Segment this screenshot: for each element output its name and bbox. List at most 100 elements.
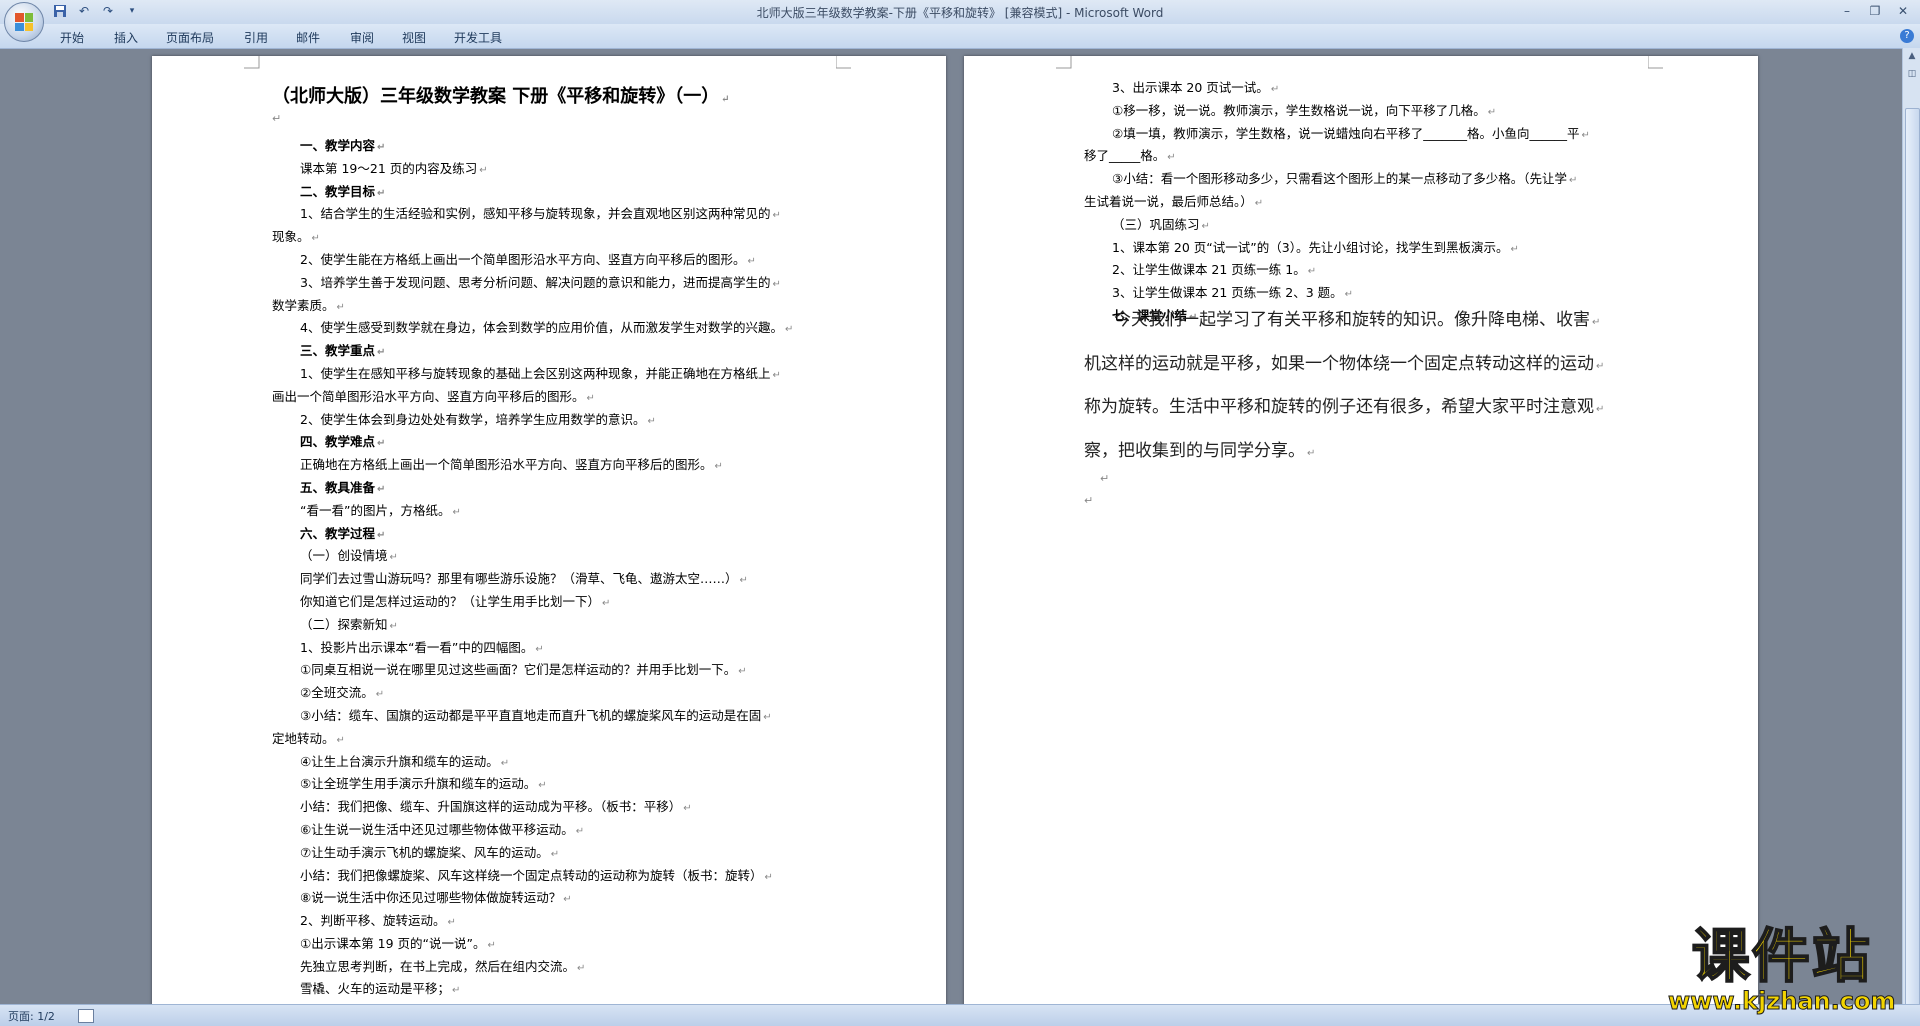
paragraph-text: 六、教学过程 [300, 525, 376, 541]
paragraph-mark: ↵ [1568, 175, 1578, 187]
paragraph-mark: ↵ [1270, 84, 1280, 95]
document-page-2[interactable]: 3、出示课本 20 页试一试。 ↵ ①移一移，说一说。教师演示，学生数格说一说，向下… [964, 56, 1758, 1010]
paragraph-mark: ↵ [1581, 129, 1590, 141]
paragraph-line: 2、使学生能在方格纸上画出一个简单图形沿水平方向、竖直方向平移后的图形。 ↵ [272, 250, 832, 273]
paragraph-line: 课本第 19～21 页的内容及练习 ↵ [272, 159, 832, 182]
paragraph-mark: ↵ [683, 803, 692, 815]
paragraph-text: 二、教学目标 [300, 183, 376, 199]
tab-view[interactable]: 视图 [402, 29, 426, 46]
paragraph-text: 五、教具准备 [300, 479, 376, 495]
paragraph-text: 小结：我们把像、缆车、升国旗这样的运动成为平移。（板书：平移） [300, 799, 682, 815]
paragraph-text: 移了_____格。 [1084, 148, 1166, 164]
paragraph-line: 你知道它们是怎样过运动的？（让学生用手比划一下） ↵ [272, 592, 832, 615]
help-icon[interactable]: ? [1900, 29, 1914, 43]
office-logo-icon [15, 13, 33, 31]
paragraph-mark: ↵ [1307, 266, 1317, 278]
paragraph-mark: ↵ [377, 187, 386, 199]
tab-home[interactable]: 开始 [60, 29, 84, 46]
paragraph-line: ⑧说一说生活中你还见过哪些物体做旋转运动？ ↵ [272, 888, 832, 911]
paragraph-mark: ↵ [336, 734, 345, 746]
paragraph-line: （三）巩固练习 ↵ [1084, 215, 1644, 238]
scroll-up-icon[interactable]: ▲ [1905, 50, 1919, 63]
paragraph-text: 先独立思考判断，在书上完成，然后在组内交流。 [300, 958, 576, 974]
paragraph-mark: ↵ [563, 894, 572, 906]
office-button[interactable] [4, 2, 44, 42]
paragraph-mark: ↵ [739, 575, 748, 587]
paragraph-text: ⑦让生动手演示飞机的螺旋桨、风车的运动。 [300, 844, 549, 860]
tab-insert[interactable]: 插入 [114, 29, 138, 46]
paragraph-text: ①出示课本第 19 页的“说一说”。 [300, 935, 486, 951]
paragraph-text: 3、出示课本 20 页试一试。 [1112, 80, 1269, 95]
paragraph-text: ①移一移，说一说。教师演示，学生数格说一说，向下平移了几格。 [1112, 102, 1486, 118]
paragraph-mark: ↵ [375, 689, 385, 701]
paragraph-line: 同学们去过雪山游玩吗？那里有哪些游乐设施？（滑草、飞龟、遨游太空……） ↵ [272, 569, 832, 592]
scrollbar-thumb[interactable] [1905, 108, 1920, 1010]
paragraph-text: 1、投影片出示课本“看一看”中的四幅图。 [300, 639, 534, 655]
minimize-icon[interactable]: – [1834, 2, 1860, 20]
paragraph-mark: ↵ [377, 529, 386, 541]
paragraph-mark: ↵ [738, 666, 747, 678]
paragraph-line: 一、教学内容 ↵ [272, 136, 832, 159]
tab-review[interactable]: 审阅 [350, 29, 374, 46]
close-icon[interactable]: ✕ [1890, 2, 1916, 20]
paragraph-mark: ↵ [479, 164, 488, 176]
document-page-1[interactable]: （北师大版）三年级数学教案 下册《平移和旋转》（一） ↵ ↵ 一、教学内容 ↵ 课本第… [152, 56, 946, 1010]
paragraph-text: 课本第 19～21 页的内容及练习 [300, 160, 478, 176]
paragraph-mark: ↵ [1596, 404, 1605, 415]
paragraph-text: ②全班交流。 [300, 685, 374, 701]
document-title: （北师大版）三年级数学教案 下册《平移和旋转》（一） ↵ [272, 86, 730, 107]
paragraph-mark: ↵ [538, 780, 547, 792]
paragraph-mark: ↵ [377, 483, 386, 495]
paragraph-mark: ↵ [602, 597, 611, 609]
restore-icon[interactable]: ❐ [1862, 2, 1888, 20]
proofing-icon[interactable] [78, 1009, 94, 1023]
paragraph-line: ⑥让生说一说生活中还见过哪些物体做平移运动。 ↵ [272, 820, 832, 843]
paragraph-text: 4、使学生感受到数学就在身边，体会到数学的应用价值，从而激发学生对数学的兴趣。 [300, 320, 783, 336]
paragraph-line: ④让生上台演示升旗和缆车的运动。 ↵ [272, 752, 832, 775]
paragraph-text: 定地转动。 [272, 730, 335, 746]
status-bar: 页面: 1/2 [0, 1004, 1920, 1026]
paragraph-line: 机这样的运动就是平移，如果一个物体绕一个固定点转动这样的运动 ↵ [1084, 344, 1644, 388]
paragraph-text: 雪橇、火车的运动是平移； [300, 981, 451, 997]
paragraph-mark: ↵ [763, 711, 772, 723]
paragraph-mark: ↵ [772, 210, 781, 222]
paragraph-line: 1、结合学生的生活经验和实例，感知平移与旋转现象，并会直观地区别这两种常见的 ↵ [272, 204, 832, 227]
paragraph-line: 4、使学生感受到数学就在身边，体会到数学的应用价值，从而激发学生对数学的兴趣。 ↵ [272, 318, 832, 341]
watermark-logo: 课件站 www.kjzhan.com [1667, 923, 1895, 1015]
paragraph-line: ①移一移，说一说。教师演示，学生数格说一说，向下平移了几格。 ↵ [1084, 101, 1644, 124]
paragraph-mark: ↵ [1254, 197, 1264, 209]
paragraph-mark: ↵ [389, 620, 398, 632]
window-controls: – ❐ ✕ [1834, 2, 1916, 20]
paragraph-line: ②全班交流。 ↵ [272, 683, 832, 706]
paragraph-text: 机这样的运动就是平移，如果一个物体绕一个固定点转动这样的运动 [1084, 353, 1594, 374]
paragraph-line: 小结：我们把像螺旋桨、风车这样绕一个固定点转动的运动称为旋转（板书：旋转） ↵ [272, 866, 832, 889]
ruler-toggle-icon[interactable]: ◫ [1905, 68, 1919, 81]
paragraph-line: 3、培养学生善于发现问题、思考分析问题、解决问题的意识和能力，进而提高学生的 ↵ [272, 273, 832, 296]
tab-references[interactable]: 引用 [244, 29, 268, 46]
tab-developer[interactable]: 开发工具 [454, 29, 502, 46]
vertical-scrollbar[interactable]: ▲ ◫ [1902, 48, 1920, 1010]
page-indicator[interactable]: 页面: 1/2 [8, 1008, 55, 1024]
paragraph-mark: ↵ [535, 643, 544, 655]
paragraph-text: 小结：我们把像螺旋桨、风车这样绕一个固定点转动的运动称为旋转（板书：旋转） [300, 867, 763, 883]
paragraph-mark: ↵ [772, 278, 781, 290]
paragraph-line: 小结：我们把像、缆车、升国旗这样的运动成为平移。（板书：平移） ↵ [272, 797, 832, 820]
paragraph-line: ②填一填，教师演示，学生数格，说一说蜡烛向右平移了_______格。小鱼向___… [1084, 124, 1644, 147]
paragraph-text: 三、教学重点 [300, 343, 376, 359]
paragraph-mark: ↵ [1084, 494, 1094, 507]
page2-summary: 今天我们一起学习了有关平移和旋转的知识。像升降电梯、收害 ↵ 机这样的运动就是平移，… [1084, 300, 1644, 474]
paragraph-mark: ↵ [1307, 447, 1316, 459]
tab-page-layout[interactable]: 页面布局 [166, 29, 214, 46]
paragraph-mark: ↵ [1201, 220, 1210, 232]
crop-mark [836, 56, 851, 69]
paragraph-line: 二、教学目标 ↵ [272, 182, 832, 205]
paragraph-line: ③小结：看一个图形移动多少，只需看这个图形上的某一点移动了多少格。（先让学 ↵ [1084, 169, 1644, 192]
window-title: 北师大版三年级数学教案-下册《平移和旋转》 [兼容模式] - Microsoft… [756, 6, 1164, 20]
title-bar: ↶ ↷ ▾ 北师大版三年级数学教案-下册《平移和旋转》 [兼容模式] - Mic… [0, 0, 1920, 42]
paragraph-line: “看一看”的图片，方格纸。 ↵ [272, 501, 832, 524]
paragraph-mark: ↵ [377, 142, 386, 153]
tab-mailings[interactable]: 邮件 [296, 29, 320, 46]
document-title-text: （北师大版）三年级数学教案 下册《平移和旋转》（一） [272, 86, 720, 107]
paragraph-text: ⑥让生说一说生活中还见过哪些物体做平移运动。 [300, 821, 574, 837]
paragraph-line: 生试着说一说，最后师总结。） ↵ [1084, 192, 1644, 215]
